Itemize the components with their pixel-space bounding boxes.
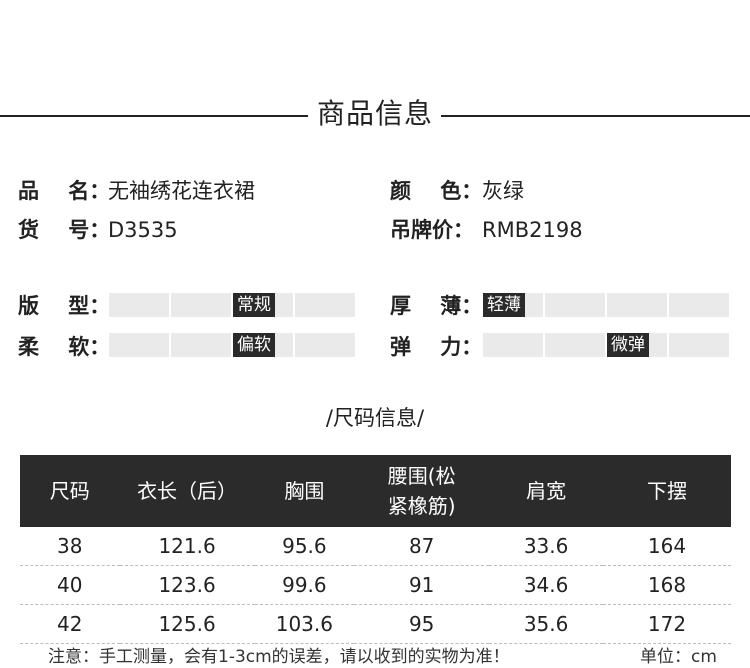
cell-size: 38 — [57, 534, 83, 558]
header-hem: 下摆 — [646, 479, 687, 503]
stretch-scale-segment — [483, 333, 543, 357]
section-title: 商品信息 — [0, 94, 750, 134]
header-shoulder: 肩宽 — [526, 479, 567, 503]
fit-scale-segment — [171, 293, 231, 317]
fit-scale-segment — [295, 293, 355, 317]
fit-label: 版 型： — [18, 294, 111, 318]
stretch-scale: 微弹 — [483, 333, 729, 357]
cell-shoulder: 33.6 — [523, 534, 569, 558]
price-label: 吊牌价： — [390, 218, 474, 242]
thickness-scale-segment — [607, 293, 667, 317]
cell-waist: 87 — [408, 534, 435, 558]
header-length: 衣长（后） — [137, 479, 238, 503]
stretch-label: 弹 力： — [390, 335, 483, 359]
name-label: 品 名： — [18, 179, 111, 203]
thickness-mark: 轻薄 — [483, 293, 525, 317]
name-value: 无袖绣花连衣裙 — [108, 179, 255, 203]
color-value: 灰绿 — [482, 179, 524, 203]
softness-scale: 偏软 — [109, 333, 355, 357]
fit-mark: 常规 — [233, 293, 275, 317]
fit-scale-segment — [109, 293, 169, 317]
softness-label: 柔 软： — [18, 335, 111, 359]
cell-waist: 91 — [408, 573, 435, 597]
sku-value: D3535 — [108, 218, 178, 242]
price-value: RMB2198 — [482, 218, 583, 242]
cell-length: 121.6 — [158, 534, 216, 558]
stretch-scale-segment — [669, 333, 729, 357]
cell-bust: 99.6 — [282, 573, 327, 597]
sku-label: 货 号： — [18, 218, 111, 242]
cell-shoulder: 35.6 — [523, 612, 569, 636]
softness-mark: 偏软 — [233, 333, 275, 357]
size-table-header: 尺码 衣长（后） 胸围 腰围(松紧橡筋) 肩宽 下摆 — [20, 455, 731, 527]
thickness-scale-segment — [669, 293, 729, 317]
cell-waist: 95 — [408, 612, 435, 636]
cell-size: 40 — [57, 573, 83, 597]
section-title-text: 商品信息 — [308, 97, 441, 130]
unit-label: 单位：cm — [640, 647, 717, 667]
size-table: 尺码 衣长（后） 胸围 腰围(松紧橡筋) 肩宽 下摆 38 121.6 95.6… — [20, 455, 731, 644]
stretch-scale-segment — [545, 333, 605, 357]
cell-bust: 95.6 — [282, 534, 327, 558]
table-row: 40 123.6 99.6 91 34.6 168 — [20, 566, 731, 605]
cell-size: 42 — [57, 612, 83, 636]
measurement-note: 注意：手工测量，会有1-3cm的误差，请以收到的实物为准！ — [48, 647, 510, 667]
cell-length: 125.6 — [158, 612, 216, 636]
table-row: 38 121.6 95.6 87 33.6 164 — [20, 527, 731, 566]
softness-scale-segment — [295, 333, 355, 357]
stretch-mark: 微弹 — [607, 333, 649, 357]
cell-hem: 164 — [647, 534, 687, 558]
thickness-label: 厚 薄： — [390, 294, 483, 318]
cell-shoulder: 34.6 — [523, 573, 569, 597]
header-size: 尺码 — [49, 479, 90, 503]
cell-bust: 103.6 — [275, 612, 333, 636]
softness-scale-segment — [171, 333, 231, 357]
color-label: 颜 色： — [390, 179, 483, 203]
cell-length: 123.6 — [158, 573, 216, 597]
thickness-scale-segment — [545, 293, 605, 317]
thickness-scale: 轻薄 — [483, 293, 729, 317]
softness-scale-segment — [109, 333, 169, 357]
size-section-title: /尺码信息/ — [325, 406, 425, 430]
fit-scale: 常规 — [109, 293, 355, 317]
cell-hem: 172 — [647, 612, 687, 636]
cell-hem: 168 — [647, 573, 687, 597]
table-row: 42 125.6 103.6 95 35.6 172 — [20, 605, 731, 644]
header-bust: 胸围 — [284, 479, 325, 503]
header-waist: 腰围(松紧橡筋) — [387, 464, 456, 518]
